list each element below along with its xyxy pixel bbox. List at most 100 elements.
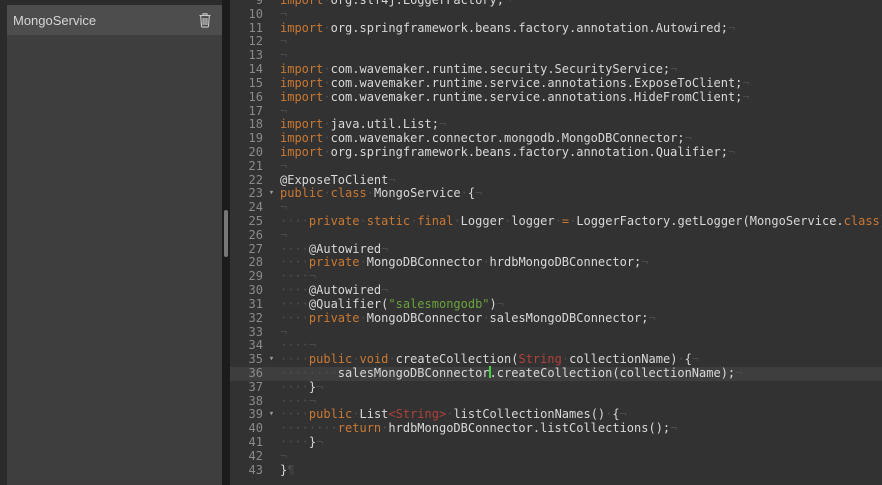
code-line-43[interactable]: 43 }¶ <box>230 464 882 478</box>
code-line-28[interactable]: 28····private·MongoDBConnector·hrdbMongo… <box>230 256 882 270</box>
code-text: ¬ <box>280 49 882 63</box>
code-token-w: ···· <box>280 255 309 269</box>
panel-scrollbar-thumb[interactable] <box>224 210 228 257</box>
code-token-t: @Autowired <box>309 242 381 256</box>
code-line-26[interactable]: 26¬ <box>230 229 882 243</box>
code-text: ¬ <box>280 160 882 174</box>
code-line-41[interactable]: 41····}¬ <box>230 436 882 450</box>
line-number: 16 <box>230 91 263 105</box>
code-line-39[interactable]: 39▾····public·List<String>·listCollectio… <box>230 408 882 422</box>
panel-scrollbar-track[interactable] <box>222 0 230 485</box>
code-text: import·com.wavemaker.runtime.security.Se… <box>280 63 882 77</box>
code-editor[interactable]: 9import·org.slf4j.LoggerFactory;¬10¬11im… <box>230 0 882 485</box>
code-text: import·com.wavemaker.runtime.service.ann… <box>280 91 882 105</box>
code-token-t: com.wavemaker.runtime.security.SecurityS… <box>331 62 671 76</box>
code-token-w: · <box>482 255 489 269</box>
code-token-n: ¬ <box>728 145 735 159</box>
code-line-9[interactable]: 9import·org.slf4j.LoggerFactory;¬ <box>230 0 882 8</box>
code-token-n: ¬ <box>316 380 323 394</box>
code-token-k: public <box>280 186 323 200</box>
code-text: ····private·MongoDBConnector·salesMongoD… <box>280 312 882 326</box>
sidebar-item-mongoservice[interactable]: MongoService <box>7 5 222 35</box>
fold-toggle-icon[interactable]: ▾ <box>263 187 280 201</box>
code-token-n: ¬ <box>735 366 742 380</box>
service-list: MongoService <box>7 5 222 485</box>
code-line-23[interactable]: 23▾public·class·MongoService·{¬ <box>230 187 882 201</box>
code-line-12[interactable]: 12¬ <box>230 35 882 49</box>
code-text: ····public·void·createCollection(String·… <box>280 353 882 367</box>
code-line-16[interactable]: 16 import·com.wavemaker.runtime.service.a… <box>230 91 882 105</box>
code-line-14[interactable]: 14import·com.wavemaker.runtime.security.… <box>230 63 882 77</box>
code-line-11[interactable]: 11import·org.springframework.beans.facto… <box>230 22 882 36</box>
code-token-k: public <box>309 352 352 366</box>
code-token-w: · <box>323 117 330 131</box>
code-line-25[interactable]: 25····private·static·final·Logger·logger… <box>230 215 882 229</box>
code-line-34[interactable]: 34····¬ <box>230 339 882 353</box>
code-line-33[interactable]: 33¬ <box>230 326 882 340</box>
code-token-n: ¬ <box>685 131 692 145</box>
code-line-13[interactable]: 13¬ <box>230 49 882 63</box>
code-text: ¬ <box>280 201 882 215</box>
code-token-t: org.slf4j.LoggerFactory; <box>331 0 504 7</box>
code-line-15[interactable]: 15import·com.wavemaker.runtime.service.a… <box>230 77 882 91</box>
code-text: ····public·List<String>·listCollectionNa… <box>280 408 882 422</box>
code-line-38[interactable]: 38····¬ <box>230 395 882 409</box>
code-line-17[interactable]: 17¬ <box>230 105 882 119</box>
fold-toggle-icon[interactable]: ▾ <box>263 353 280 367</box>
code-token-k: final <box>417 214 453 228</box>
code-token-t: Logger <box>461 214 504 228</box>
code-token-k: import <box>280 145 323 159</box>
code-token-k: static <box>367 214 410 228</box>
code-line-19[interactable]: 19import·com.wavemaker.connector.mongodb… <box>230 132 882 146</box>
code-line-24[interactable]: 24¬ <box>230 201 882 215</box>
code-token-n: ¬ <box>620 407 627 421</box>
code-line-10[interactable]: 10¬ <box>230 8 882 22</box>
code-token-w: · <box>352 407 359 421</box>
code-line-27[interactable]: 27····@Autowired¬ <box>230 243 882 257</box>
line-number: 18 <box>230 118 263 132</box>
code-text: ¬ <box>280 8 882 22</box>
fold-toggle-icon[interactable]: ▾ <box>263 408 280 422</box>
code-text: import·com.wavemaker.connector.mongodb.M… <box>280 132 882 146</box>
code-line-21[interactable]: 21 ¬ <box>230 160 882 174</box>
code-token-w: ···· <box>280 269 309 283</box>
code-line-20[interactable]: 20import·org.springframework.beans.facto… <box>230 146 882 160</box>
code-line-35[interactable]: 35▾····public·void·createCollection(Stri… <box>230 353 882 367</box>
code-token-n: ¬ <box>504 0 511 7</box>
code-line-40[interactable]: 40········return·hrdbMongoDBConnector.li… <box>230 422 882 436</box>
code-line-36[interactable]: 36········salesMongoDBConnector.createCo… <box>230 367 882 381</box>
code-token-k: import <box>280 76 323 90</box>
code-line-18[interactable]: 18import·java.util.List;¬ <box>230 118 882 132</box>
line-number: 31 <box>230 298 263 312</box>
code-token-n: ¬ <box>497 297 504 311</box>
line-number: 20 <box>230 146 263 160</box>
code-line-37[interactable]: 37····}¬ <box>230 381 882 395</box>
line-number: 23 <box>230 187 263 201</box>
code-line-42[interactable]: 42¬ <box>230 450 882 464</box>
fold-gutter <box>263 105 280 119</box>
code-line-22[interactable]: 22@ExposeToClient¬ <box>230 174 882 188</box>
code-text: ········return·hrdbMongoDBConnector.list… <box>280 422 882 436</box>
fold-gutter <box>263 270 280 284</box>
line-number: 26 <box>230 229 263 243</box>
code-line-29[interactable]: 29····¬ <box>230 270 882 284</box>
fold-gutter <box>263 160 280 174</box>
code-text: }¶ <box>280 464 882 478</box>
code-token-w: · <box>359 255 366 269</box>
line-number: 21 <box>230 160 263 174</box>
code-token-w: ···· <box>280 283 309 297</box>
code-token-t: logger <box>511 214 554 228</box>
code-token-t: salesMongoDBConnector <box>338 366 490 380</box>
code-line-31[interactable]: 31 ····@Qualifier("salesmongodb")¬ <box>230 298 882 312</box>
code-token-n: ¬ <box>280 7 287 21</box>
code-line-30[interactable]: 30····@Autowired¬ <box>230 284 882 298</box>
delete-service-button[interactable] <box>197 11 213 29</box>
code-token-n: ¬ <box>316 435 323 449</box>
code-line-32[interactable]: 32····private·MongoDBConnector·salesMong… <box>230 312 882 326</box>
code-token-t: listCollectionNames() <box>453 407 605 421</box>
code-text: ····@Qualifier("salesmongodb")¬ <box>280 298 882 312</box>
code-token-t: hrdbMongoDBConnector.listCollections(); <box>388 421 670 435</box>
line-number: 43 <box>230 464 263 478</box>
code-token-w: · <box>323 62 330 76</box>
line-number: 12 <box>230 35 263 49</box>
